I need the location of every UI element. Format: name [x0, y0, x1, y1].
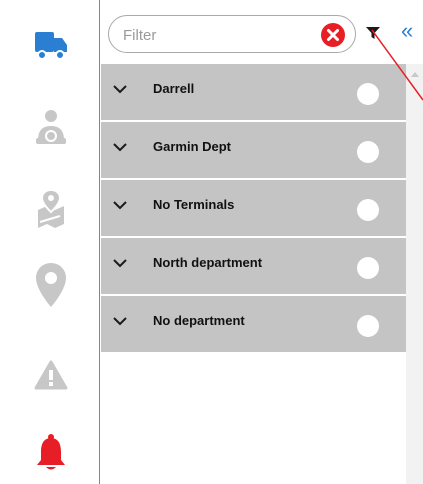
clear-icon[interactable]: [321, 23, 345, 47]
select-radio[interactable]: [357, 141, 379, 163]
list-item[interactable]: No department: [101, 296, 406, 354]
group-panel: « Darrell Garmin Dept No Terminals: [101, 0, 423, 484]
select-radio[interactable]: [357, 315, 379, 337]
map-pin-route-icon[interactable]: [34, 188, 68, 228]
chevron-down-icon[interactable]: [113, 84, 127, 94]
list-item[interactable]: No Terminals: [101, 180, 406, 238]
filter-bar: «: [101, 0, 423, 64]
chevron-down-icon[interactable]: [113, 258, 127, 268]
chevron-down-icon[interactable]: [113, 200, 127, 210]
list-item-label: Garmin Dept: [153, 139, 232, 154]
truck-icon[interactable]: [34, 24, 68, 64]
warning-icon[interactable]: [34, 356, 68, 396]
navigation-rail: [0, 0, 100, 484]
list-item-label: No department: [153, 313, 245, 328]
driver-icon[interactable]: [34, 108, 68, 148]
scroll-up-icon[interactable]: [411, 72, 419, 77]
filter-input[interactable]: [121, 24, 315, 46]
select-radio[interactable]: [357, 257, 379, 279]
scrollbar[interactable]: [406, 64, 423, 484]
filter-box: [108, 15, 356, 53]
bell-icon[interactable]: [34, 432, 68, 472]
list-item-label: Darrell: [153, 81, 195, 96]
list-item-label: No Terminals: [153, 197, 235, 212]
chevron-down-icon[interactable]: [113, 316, 127, 326]
location-pin-icon[interactable]: [34, 262, 68, 308]
list-item[interactable]: Garmin Dept: [101, 122, 406, 180]
select-radio[interactable]: [357, 199, 379, 221]
chevron-down-icon[interactable]: [113, 142, 127, 152]
select-radio[interactable]: [357, 83, 379, 105]
list-item-label: North department: [153, 255, 263, 270]
group-list: Darrell Garmin Dept No Terminals North d…: [101, 64, 406, 354]
collapse-panel-button[interactable]: «: [401, 16, 423, 46]
list-item[interactable]: Darrell: [101, 64, 406, 122]
list-item[interactable]: North department: [101, 238, 406, 296]
funnel-icon[interactable]: [364, 24, 382, 42]
